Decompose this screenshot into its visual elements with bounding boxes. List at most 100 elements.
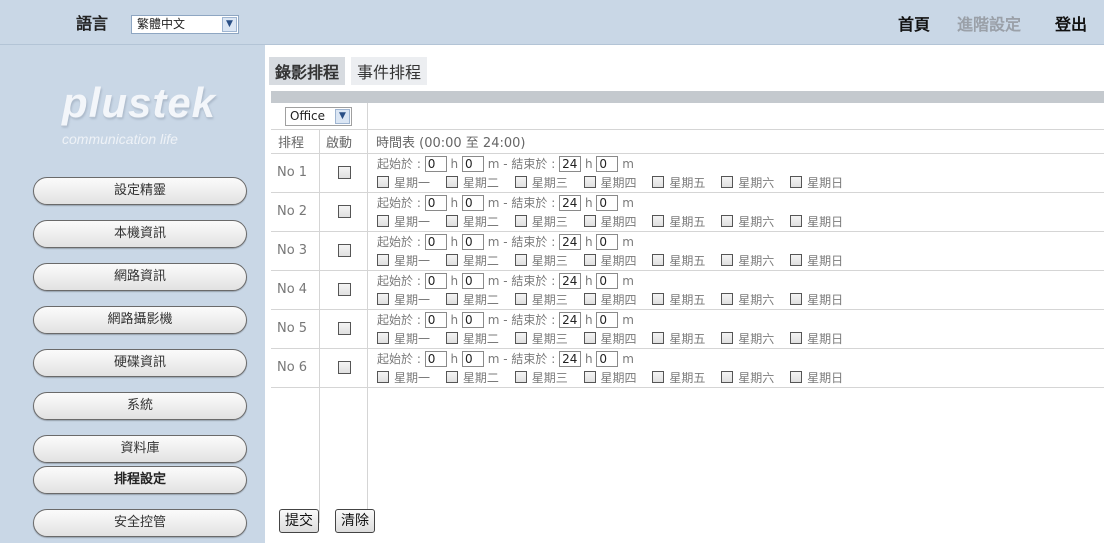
start-hour-input[interactable]: 0 [424, 194, 447, 211]
start-minute-input[interactable]: 0 [461, 233, 484, 250]
day-option[interactable]: 星期日 [790, 252, 843, 269]
end-hour-input[interactable]: 24 [559, 350, 582, 367]
day-option[interactable]: 星期二 [445, 252, 499, 269]
sidebar-item-local-info[interactable]: 本機資訊 [33, 220, 247, 248]
end-minute-input[interactable]: 0 [596, 350, 619, 367]
day-option[interactable]: 星期四 [583, 330, 637, 347]
sidebar-item-security[interactable]: 安全控管 [33, 509, 247, 537]
day-option[interactable]: 星期四 [583, 369, 637, 386]
day-checkbox[interactable] [514, 332, 527, 344]
day-checkbox[interactable] [790, 332, 803, 344]
start-minute-input[interactable]: 0 [461, 311, 484, 328]
day-checkbox[interactable] [790, 293, 803, 305]
day-option[interactable]: 星期日 [790, 213, 843, 230]
day-checkbox[interactable] [445, 371, 458, 383]
end-minute-input[interactable]: 0 [596, 233, 619, 250]
day-option[interactable]: 星期三 [514, 330, 568, 347]
day-option[interactable]: 星期二 [445, 291, 499, 308]
home-link[interactable]: 首頁 [898, 11, 930, 35]
day-checkbox[interactable] [377, 176, 389, 188]
day-checkbox[interactable] [721, 215, 734, 227]
day-option[interactable]: 星期五 [652, 330, 705, 347]
day-option[interactable]: 星期三 [514, 369, 568, 386]
day-checkbox[interactable] [445, 293, 458, 305]
day-checkbox[interactable] [377, 371, 389, 383]
day-option[interactable]: 星期一 [377, 213, 430, 230]
day-option[interactable]: 星期六 [721, 291, 774, 308]
day-checkbox[interactable] [790, 254, 803, 266]
day-option[interactable]: 星期日 [790, 174, 843, 191]
day-checkbox[interactable] [583, 293, 596, 305]
day-checkbox[interactable] [377, 215, 389, 227]
day-checkbox[interactable] [790, 371, 803, 383]
sidebar-item-schedule-settings[interactable]: 排程設定 [33, 466, 247, 494]
day-option[interactable]: 星期三 [514, 213, 568, 230]
profile-select[interactable]: Office ▼ [285, 107, 352, 126]
day-option[interactable]: 星期一 [377, 330, 430, 347]
day-option[interactable]: 星期二 [445, 330, 499, 347]
end-minute-input[interactable]: 0 [596, 194, 619, 211]
day-checkbox[interactable] [721, 371, 734, 383]
day-option[interactable]: 星期二 [445, 369, 499, 386]
sidebar-item-network-info[interactable]: 網路資訊 [33, 263, 247, 291]
start-hour-input[interactable]: 0 [424, 272, 447, 289]
enable-checkbox[interactable] [338, 166, 351, 179]
start-hour-input[interactable]: 0 [424, 350, 447, 367]
day-option[interactable]: 星期六 [721, 252, 774, 269]
day-option[interactable]: 星期二 [445, 174, 499, 191]
day-checkbox[interactable] [652, 293, 665, 305]
day-checkbox[interactable] [583, 254, 596, 266]
clear-button[interactable]: 清除 [335, 509, 375, 533]
end-minute-input[interactable]: 0 [596, 272, 619, 289]
day-option[interactable]: 星期五 [652, 291, 705, 308]
day-option[interactable]: 星期一 [377, 291, 430, 308]
enable-checkbox[interactable] [338, 283, 351, 296]
start-minute-input[interactable]: 0 [461, 350, 484, 367]
day-checkbox[interactable] [721, 293, 734, 305]
advanced-settings-link[interactable]: 進階設定 [957, 11, 1021, 35]
day-option[interactable]: 星期五 [652, 369, 705, 386]
day-checkbox[interactable] [445, 176, 458, 188]
start-hour-input[interactable]: 0 [424, 233, 447, 250]
day-option[interactable]: 星期日 [790, 369, 843, 386]
sidebar-item-ip-camera[interactable]: 網路攝影機 [33, 306, 247, 334]
day-checkbox[interactable] [721, 176, 734, 188]
logout-link[interactable]: 登出 [1055, 11, 1087, 35]
day-option[interactable]: 星期四 [583, 213, 637, 230]
enable-checkbox[interactable] [338, 244, 351, 257]
day-checkbox[interactable] [514, 371, 527, 383]
day-option[interactable]: 星期五 [652, 174, 705, 191]
day-option[interactable]: 星期四 [583, 252, 637, 269]
day-checkbox[interactable] [652, 332, 665, 344]
day-checkbox[interactable] [790, 176, 803, 188]
day-checkbox[interactable] [583, 332, 596, 344]
language-select[interactable]: 繁體中文 ▼ [131, 15, 239, 34]
day-checkbox[interactable] [721, 332, 734, 344]
day-checkbox[interactable] [790, 215, 803, 227]
day-option[interactable]: 星期六 [721, 330, 774, 347]
day-option[interactable]: 星期二 [445, 213, 499, 230]
day-option[interactable]: 星期六 [721, 213, 774, 230]
day-checkbox[interactable] [721, 254, 734, 266]
day-option[interactable]: 星期四 [583, 291, 637, 308]
end-hour-input[interactable]: 24 [559, 233, 582, 250]
sidebar-item-disk-info[interactable]: 硬碟資訊 [33, 349, 247, 377]
day-option[interactable]: 星期五 [652, 213, 705, 230]
day-checkbox[interactable] [445, 254, 458, 266]
day-checkbox[interactable] [377, 332, 389, 344]
sidebar-item-database[interactable]: 資料庫 [33, 435, 247, 463]
enable-checkbox[interactable] [338, 205, 351, 218]
day-checkbox[interactable] [652, 176, 665, 188]
day-checkbox[interactable] [652, 215, 665, 227]
day-option[interactable]: 星期六 [721, 369, 774, 386]
end-minute-input[interactable]: 0 [596, 155, 619, 172]
start-hour-input[interactable]: 0 [424, 155, 447, 172]
day-checkbox[interactable] [377, 293, 389, 305]
tab-event-schedule[interactable]: 事件排程 [351, 57, 428, 85]
day-option[interactable]: 星期五 [652, 252, 705, 269]
day-checkbox[interactable] [445, 332, 458, 344]
sidebar-item-system[interactable]: 系統 [33, 392, 247, 420]
end-hour-input[interactable]: 24 [559, 311, 582, 328]
day-option[interactable]: 星期一 [377, 174, 430, 191]
day-option[interactable]: 星期一 [377, 369, 430, 386]
